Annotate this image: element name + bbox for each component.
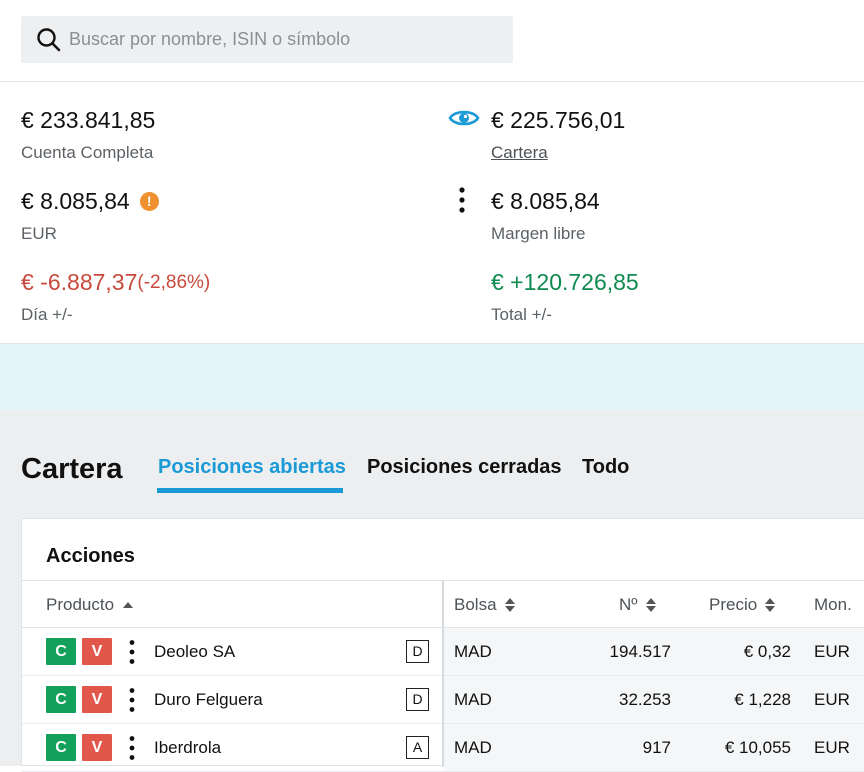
positions-table: Acciones Producto Bolsa Nº Precio Mon. C… <box>21 518 864 772</box>
product-name[interactable]: Iberdrola <box>154 738 221 758</box>
day-change: € -6.887,37 (-2,86%) Día +/- <box>21 269 210 325</box>
day-change-percent: (-2,86%) <box>137 271 211 293</box>
section-title: Acciones <box>46 545 135 567</box>
exchange-cell: MAD <box>454 738 492 757</box>
column-header-currency[interactable]: Mon. <box>814 595 852 615</box>
currency-cell: EUR <box>814 642 850 661</box>
buy-button[interactable]: C <box>46 734 76 761</box>
tab-all[interactable]: Todo <box>582 456 629 479</box>
day-change-label: Día +/- <box>21 305 73 324</box>
sort-ascending-icon <box>123 602 134 608</box>
total-change-label: Total +/- <box>491 305 552 324</box>
day-change-value: € -6.887,37 <box>21 269 138 295</box>
account-summary: € 233.841,85 Cuenta Completa € 225.756,0… <box>0 82 864 344</box>
search-input[interactable] <box>69 16 499 63</box>
search-box[interactable] <box>21 16 513 63</box>
quantity-cell: 917 <box>642 738 671 757</box>
sort-icon <box>504 598 515 612</box>
product-tag: D <box>406 688 429 711</box>
column-label-product: Producto <box>46 595 115 614</box>
account-total-label: Cuenta Completa <box>21 143 154 162</box>
free-margin-value: € 8.085,84 <box>491 188 600 214</box>
buy-button[interactable]: C <box>46 686 76 713</box>
sell-button[interactable]: V <box>82 638 112 665</box>
sort-icon <box>765 598 776 612</box>
cash-currency-label: EUR <box>21 224 57 243</box>
column-label-currency: Mon. <box>814 595 852 614</box>
currency-cell: EUR <box>814 690 850 709</box>
exchange-cell: MAD <box>454 642 492 661</box>
top-bar <box>0 0 864 82</box>
column-header-product[interactable]: Producto <box>46 595 134 615</box>
eye-icon[interactable] <box>448 107 480 129</box>
sell-button[interactable]: V <box>82 686 112 713</box>
info-banner <box>0 344 864 410</box>
column-label-quantity: Nº <box>619 595 638 614</box>
sell-button[interactable]: V <box>82 734 112 761</box>
cash-value: € 8.085,84 <box>21 188 130 214</box>
column-label-exchange: Bolsa <box>454 595 497 614</box>
column-header-quantity[interactable]: Nº <box>619 595 656 615</box>
account-total-value: € 233.841,85 <box>21 107 156 133</box>
column-header-exchange[interactable]: Bolsa <box>454 595 515 615</box>
more-options-icon[interactable] <box>454 186 470 216</box>
row-menu-icon[interactable] <box>124 687 140 713</box>
quantity-cell: 194.517 <box>609 642 671 661</box>
column-header-price[interactable]: Precio <box>709 595 776 615</box>
tab-open-positions[interactable]: Posiciones abiertas <box>158 456 346 479</box>
warning-icon[interactable]: ! <box>139 192 159 211</box>
portfolio-title: Cartera <box>21 453 123 485</box>
search-icon <box>37 28 61 52</box>
column-label-price: Precio <box>709 595 758 614</box>
buy-button[interactable]: C <box>46 638 76 665</box>
product-name[interactable]: Deoleo SA <box>154 642 235 662</box>
row-menu-icon[interactable] <box>124 735 140 761</box>
quantity-cell: 32.253 <box>619 690 671 709</box>
tab-closed-positions[interactable]: Posiciones cerradas <box>367 456 562 479</box>
product-name[interactable]: Duro Felguera <box>154 690 263 710</box>
row-menu-icon[interactable] <box>124 639 140 665</box>
account-total: € 233.841,85 Cuenta Completa <box>21 107 155 163</box>
currency-cell: EUR <box>814 738 850 757</box>
free-margin: € 8.085,84 Margen libre <box>491 188 600 244</box>
portfolio-value: € 225.756,01 Cartera <box>491 107 625 163</box>
column-divider[interactable] <box>442 580 444 767</box>
total-change: € +120.726,85 Total +/- <box>491 269 639 325</box>
cash-balance: € 8.085,84! EUR <box>21 188 159 244</box>
price-cell: € 10,055 <box>724 738 791 757</box>
portfolio-section: Cartera Posiciones abiertas Posiciones c… <box>0 410 864 772</box>
product-tag: A <box>406 736 429 759</box>
portfolio-link[interactable]: Cartera <box>491 143 625 163</box>
total-change-value: € +120.726,85 <box>491 269 639 295</box>
active-tab-indicator <box>157 488 343 493</box>
product-tag: D <box>406 640 429 663</box>
exchange-cell: MAD <box>454 690 492 709</box>
price-cell: € 1,228 <box>734 690 791 709</box>
portfolio-value-amount: € 225.756,01 <box>491 107 626 133</box>
sort-icon <box>645 598 656 612</box>
free-margin-label: Margen libre <box>491 224 586 243</box>
price-cell: € 0,32 <box>743 642 791 661</box>
